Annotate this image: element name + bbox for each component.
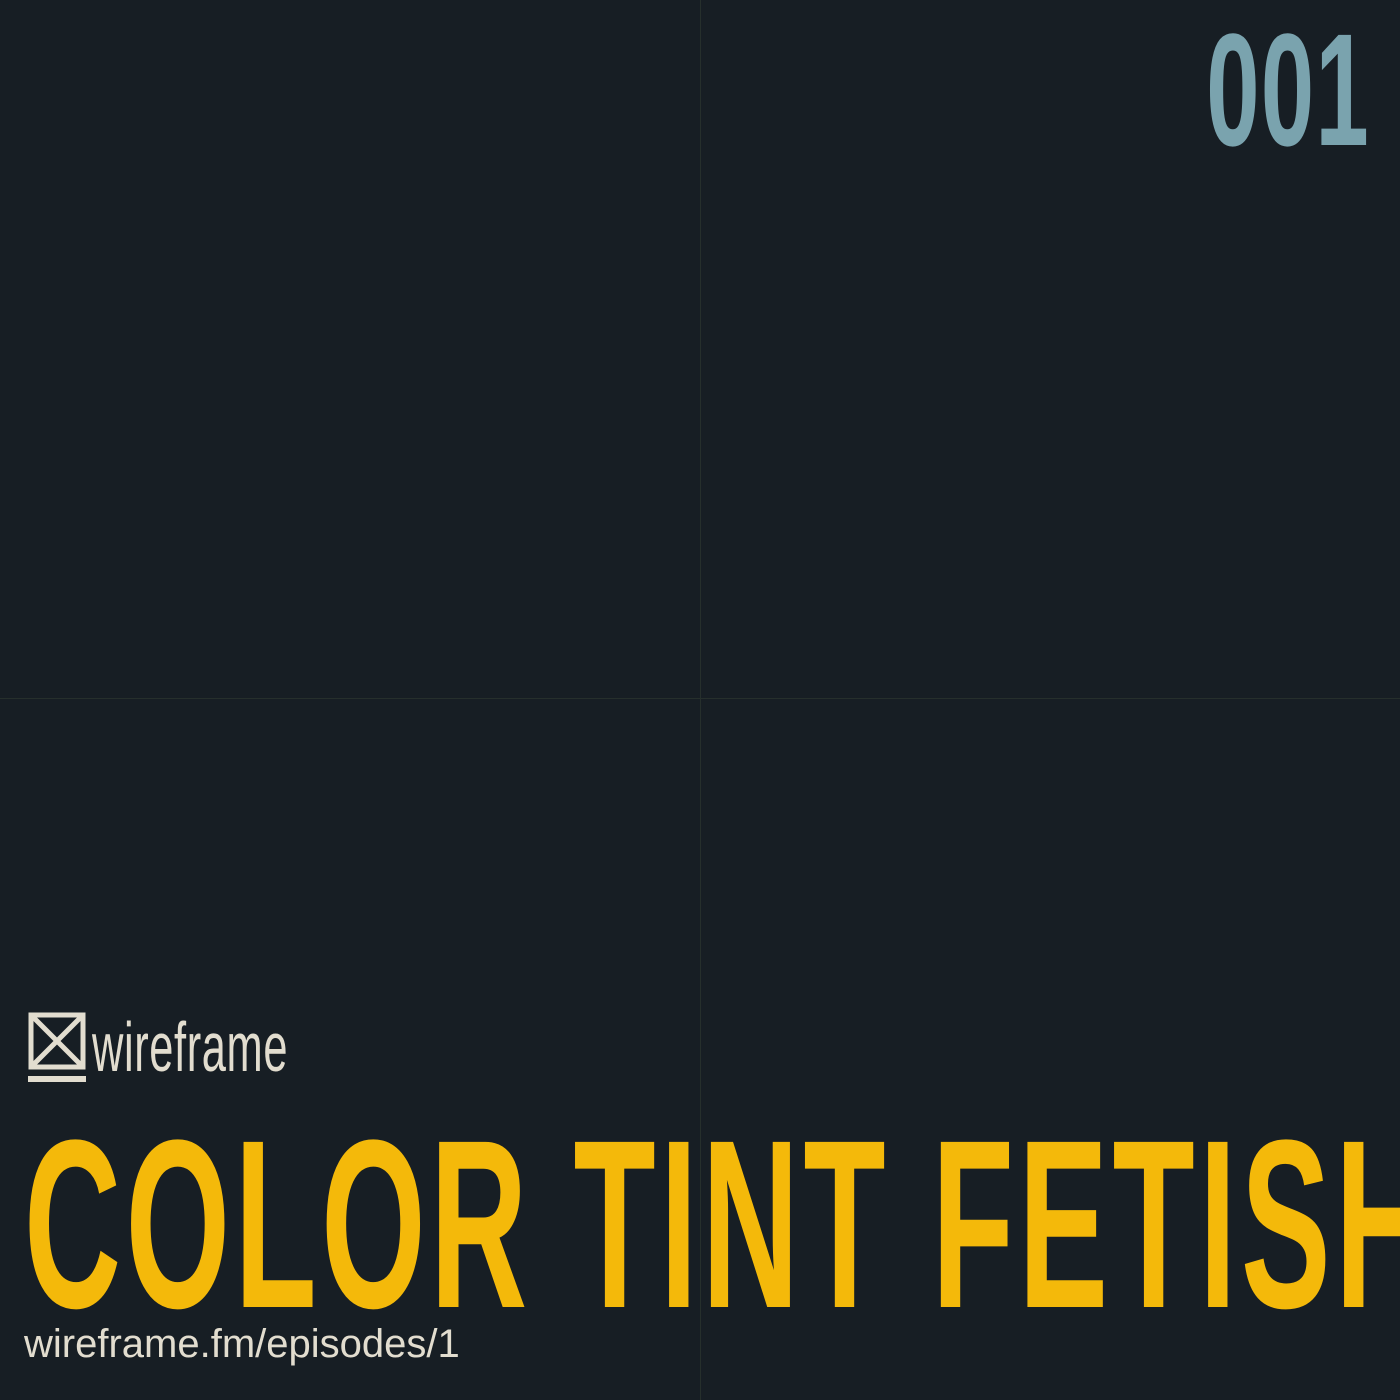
podcast-cover: 001 wireframe COLOR TINT FETISH wirefram… [0,0,1400,1400]
brand-name: wireframe [92,1008,289,1086]
episode-title: COLOR TINT FETISH [24,1090,1400,1358]
episode-url[interactable]: wireframe.fm/episodes/1 [24,1324,460,1364]
episode-number: 001 [1206,0,1370,179]
crossed-box-logo-icon [28,1012,86,1082]
brand-logo: wireframe [28,1012,408,1092]
horizontal-grid-line [0,698,1400,699]
